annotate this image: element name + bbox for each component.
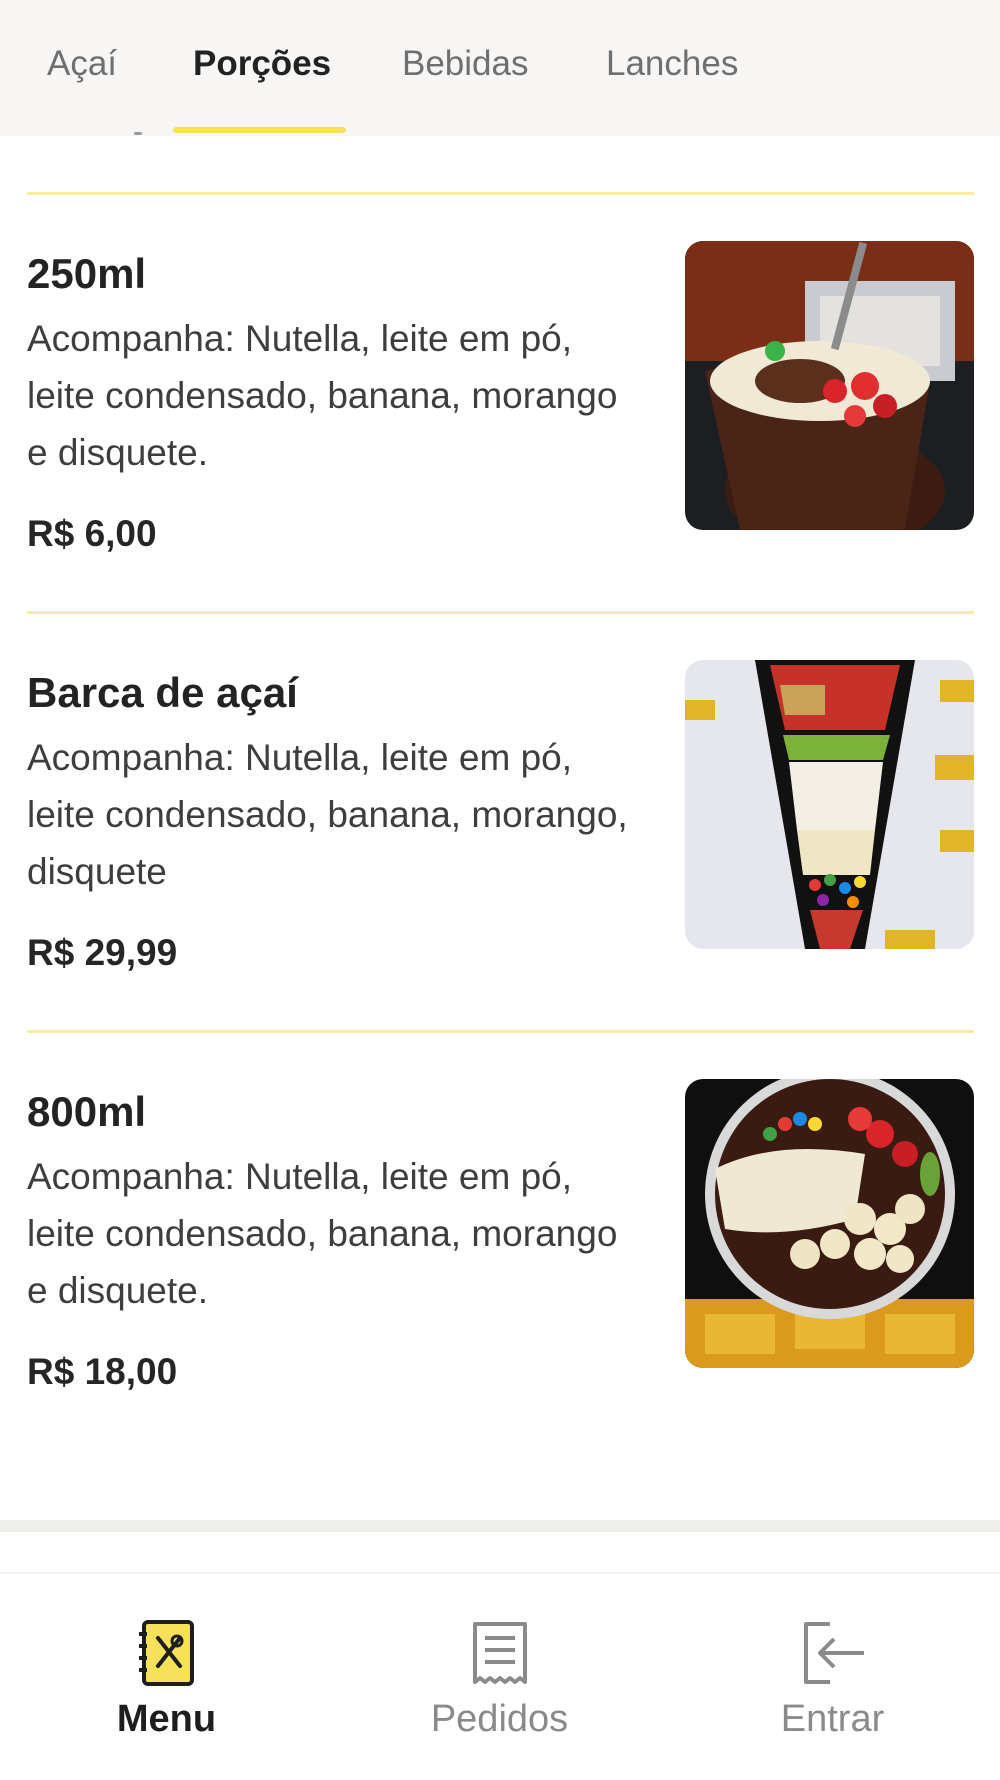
menu-book-icon: [130, 1616, 204, 1690]
tab-acai[interactable]: Açaí: [47, 44, 117, 84]
nav-pedidos[interactable]: Pedidos: [333, 1574, 666, 1780]
product-price: R$ 18,00: [27, 1351, 178, 1392]
list-divider: [27, 611, 974, 614]
product-title: 800ml: [27, 1088, 147, 1135]
product-photo[interactable]: [685, 1079, 974, 1368]
product-description: Acompanha: Nutella, leite em pó, leite c…: [27, 318, 618, 473]
nav-entrar[interactable]: Entrar: [666, 1574, 999, 1780]
category-tab-bar: Açaí Porções Bebidas Lanches: [0, 0, 1000, 136]
product-title: 250ml: [27, 250, 147, 297]
nav-entrar-label: Entrar: [780, 1698, 885, 1740]
nav-menu[interactable]: Menu: [0, 1574, 333, 1780]
product-description: Acompanha: Nutella, leite em pó, leite c…: [27, 1156, 618, 1311]
tab-porcoes[interactable]: Porções: [193, 44, 331, 84]
tab-bebidas[interactable]: Bebidas: [402, 44, 528, 84]
nav-pedidos-label: Pedidos: [430, 1698, 569, 1740]
active-tab-indicator: [173, 127, 346, 133]
section-separator: [0, 1520, 1000, 1532]
list-divider: [27, 192, 974, 195]
nav-menu-label: Menu: [116, 1698, 217, 1740]
product-photo[interactable]: [685, 241, 974, 530]
tab-lanches[interactable]: Lanches: [606, 44, 738, 84]
product-title: Barca de açaí: [27, 669, 298, 716]
scroll-fragment: [134, 132, 142, 135]
product-price: R$ 29,99: [27, 932, 178, 973]
product-photo[interactable]: [685, 660, 974, 949]
bottom-navigation: Menu Pedidos Entrar: [0, 1572, 1000, 1780]
product-price: R$ 6,00: [27, 513, 157, 554]
login-icon: [796, 1616, 870, 1690]
receipt-icon: [463, 1616, 537, 1690]
product-description: Acompanha: Nutella, leite em pó, leite c…: [27, 737, 628, 892]
list-divider: [27, 1030, 974, 1033]
